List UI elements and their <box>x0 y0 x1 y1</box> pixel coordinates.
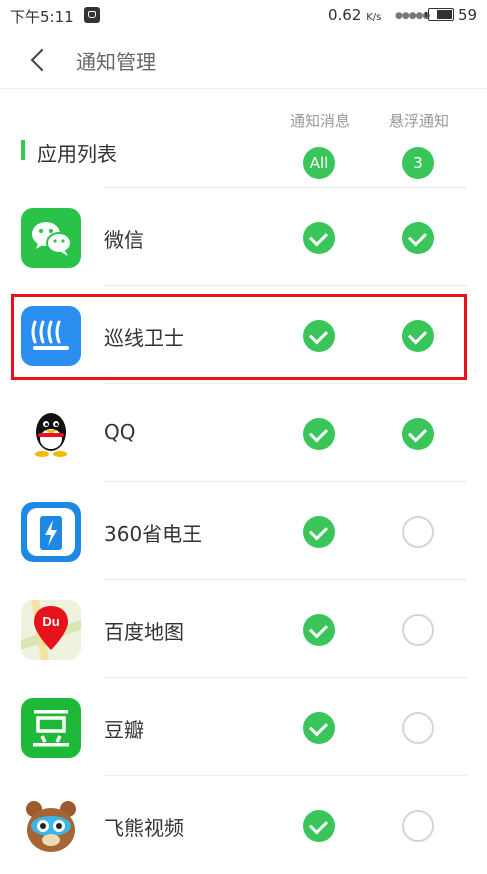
network-speed-value: 0.62 <box>328 6 362 24</box>
float-checkbox[interactable] <box>402 712 434 744</box>
app-row-feixiong[interactable]: 飞熊视频 <box>0 776 487 874</box>
highlight-box <box>11 294 467 380</box>
app-row-baidu-map[interactable]: Du 百度地图 <box>0 580 487 678</box>
float-count-badge[interactable]: 3 <box>402 147 434 179</box>
float-checkbox[interactable] <box>402 516 434 548</box>
app-row-360[interactable]: 360省电王 <box>0 482 487 580</box>
float-checkbox[interactable] <box>402 418 434 450</box>
network-speed-unit: K/s <box>366 12 382 23</box>
notify-checkbox[interactable] <box>303 712 335 744</box>
app-row-douban[interactable]: 豆瓣 <box>0 678 487 776</box>
notify-checkbox[interactable] <box>303 614 335 646</box>
notify-all-badge[interactable]: All <box>303 147 335 179</box>
app-name: 百度地图 <box>104 620 184 644</box>
section-accent-bar <box>21 140 25 160</box>
notify-checkbox[interactable] <box>303 516 335 548</box>
header-bar: 通知管理 <box>0 32 487 89</box>
app-name: 微信 <box>104 228 144 252</box>
battery-level: 59 <box>458 6 478 24</box>
status-time: 下午5:11 <box>10 8 74 26</box>
float-checkbox[interactable] <box>402 614 434 646</box>
notification-icon <box>84 7 100 23</box>
wechat-icon <box>21 208 81 268</box>
app-name: QQ <box>104 420 136 444</box>
float-checkbox[interactable] <box>402 222 434 254</box>
qq-icon <box>21 404 81 464</box>
app-row-wechat[interactable]: 微信 <box>0 188 487 286</box>
douban-icon <box>21 698 81 758</box>
app-name: 360省电王 <box>104 522 203 546</box>
battery-icon <box>425 8 454 21</box>
app-row-qq[interactable]: QQ <box>0 384 487 482</box>
network-speed: 0.62 K/s <box>328 6 381 24</box>
feixiong-video-icon <box>21 796 81 856</box>
float-checkbox[interactable] <box>402 810 434 842</box>
notify-checkbox[interactable] <box>303 222 335 254</box>
notify-checkbox[interactable] <box>303 418 335 450</box>
baidu-map-icon: Du <box>21 600 81 660</box>
column-notify-header: 通知消息 <box>289 112 350 130</box>
section-title: 应用列表 <box>37 142 117 166</box>
column-float-header: 悬浮通知 <box>388 112 449 130</box>
page-title: 通知管理 <box>76 50 156 74</box>
svg-text:Du: Du <box>42 614 59 629</box>
notify-checkbox[interactable] <box>303 810 335 842</box>
back-arrow-icon[interactable] <box>24 44 52 74</box>
app-list-header: 应用列表 通知消息 悬浮通知 All 3 <box>0 88 487 188</box>
app-name: 豆瓣 <box>104 718 144 742</box>
app-name: 飞熊视频 <box>104 816 184 840</box>
battery-saver-icon <box>21 502 81 562</box>
status-bar: 下午5:11 0.62 K/s ●●●●● 59 <box>0 0 487 32</box>
